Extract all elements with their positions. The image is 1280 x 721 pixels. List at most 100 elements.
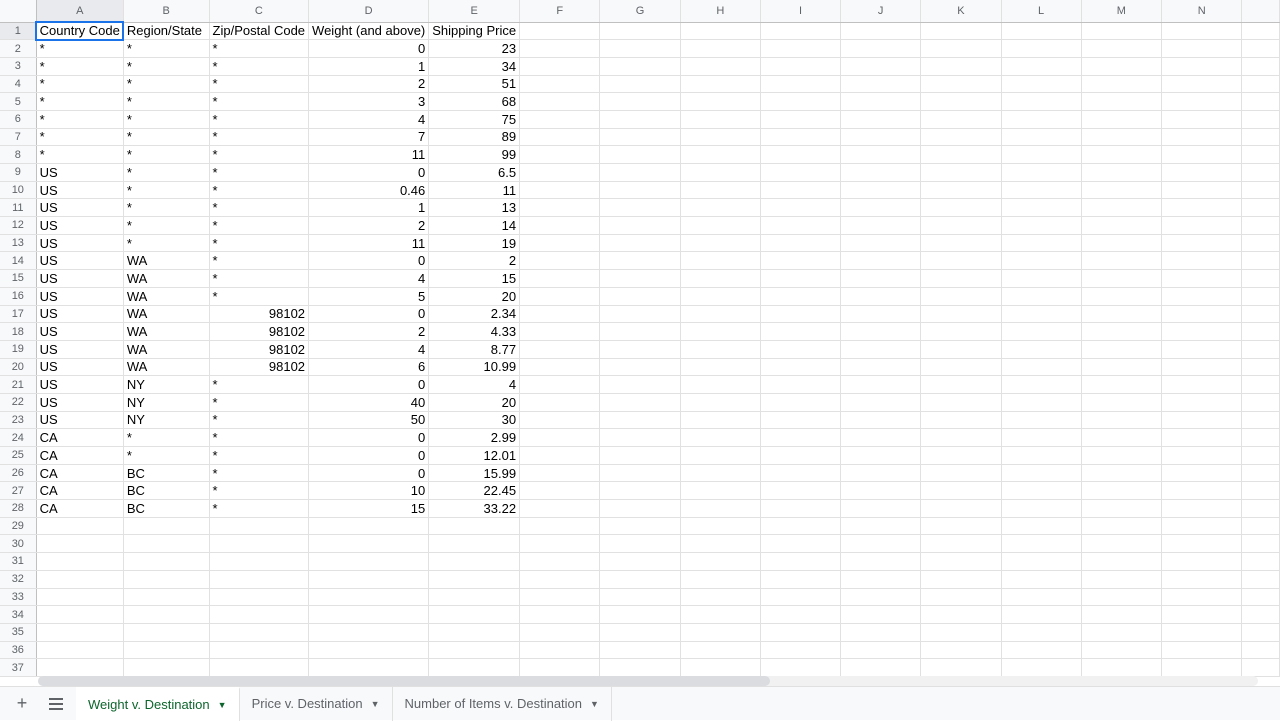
cell-H9[interactable] [680, 164, 760, 182]
cell-N12[interactable] [1162, 217, 1242, 235]
cell-G28[interactable] [600, 500, 680, 518]
cell-I25[interactable] [760, 447, 840, 465]
cell-H20[interactable] [680, 358, 760, 376]
cell-B11[interactable]: * [123, 199, 209, 217]
cell-M29[interactable] [1081, 517, 1161, 535]
cell-N35[interactable] [1162, 623, 1242, 641]
cell-G25[interactable] [600, 447, 680, 465]
cell-L14[interactable] [1001, 252, 1081, 270]
cell-C26[interactable]: * [209, 464, 309, 482]
cell-M7[interactable] [1081, 128, 1161, 146]
cell-D22[interactable]: 40 [309, 393, 429, 411]
cell-G36[interactable] [600, 641, 680, 659]
cell-I13[interactable] [760, 234, 840, 252]
cell-K26[interactable] [921, 464, 1001, 482]
cell-G12[interactable] [600, 217, 680, 235]
cell-H6[interactable] [680, 110, 760, 128]
cell-G16[interactable] [600, 287, 680, 305]
cell-C7[interactable]: * [209, 128, 309, 146]
cell-A2[interactable]: * [36, 40, 123, 58]
cell-B15[interactable]: WA [123, 270, 209, 288]
cell-F16[interactable] [520, 287, 600, 305]
cell-A32[interactable] [36, 570, 123, 588]
cell-A29[interactable] [36, 517, 123, 535]
row-header-10[interactable]: 10 [0, 181, 36, 199]
row-header-17[interactable]: 17 [0, 305, 36, 323]
cell-M3[interactable] [1081, 57, 1161, 75]
cell-B24[interactable]: * [123, 429, 209, 447]
cell-M30[interactable] [1081, 535, 1161, 553]
cell-L23[interactable] [1001, 411, 1081, 429]
cell-B5[interactable]: * [123, 93, 209, 111]
cell-H15[interactable] [680, 270, 760, 288]
cell-C11[interactable]: * [209, 199, 309, 217]
cell-M31[interactable] [1081, 553, 1161, 571]
column-header-H[interactable]: H [680, 0, 760, 22]
cell-I2[interactable] [760, 40, 840, 58]
cell-overflow-16[interactable] [1242, 287, 1280, 305]
cell-C4[interactable]: * [209, 75, 309, 93]
cell-F25[interactable] [520, 447, 600, 465]
row-header-8[interactable]: 8 [0, 146, 36, 164]
row-header-33[interactable]: 33 [0, 588, 36, 606]
cell-M14[interactable] [1081, 252, 1161, 270]
cell-L6[interactable] [1001, 110, 1081, 128]
cell-A3[interactable]: * [36, 57, 123, 75]
cell-B18[interactable]: WA [123, 323, 209, 341]
cell-overflow-25[interactable] [1242, 447, 1280, 465]
cell-H33[interactable] [680, 588, 760, 606]
cell-K33[interactable] [921, 588, 1001, 606]
cell-B33[interactable] [123, 588, 209, 606]
cell-G37[interactable] [600, 659, 680, 677]
cell-J18[interactable] [841, 323, 921, 341]
spreadsheet-grid[interactable]: ABCDEFGHIJKLMN1Country CodeRegion/StateZ… [0, 0, 1280, 686]
cell-K3[interactable] [921, 57, 1001, 75]
cell-L37[interactable] [1001, 659, 1081, 677]
cell-overflow-7[interactable] [1242, 128, 1280, 146]
cell-C35[interactable] [209, 623, 309, 641]
cell-H8[interactable] [680, 146, 760, 164]
cell-C6[interactable]: * [209, 110, 309, 128]
cell-G29[interactable] [600, 517, 680, 535]
cell-M21[interactable] [1081, 376, 1161, 394]
cell-J12[interactable] [841, 217, 921, 235]
cell-G7[interactable] [600, 128, 680, 146]
row-header-5[interactable]: 5 [0, 93, 36, 111]
cell-I28[interactable] [760, 500, 840, 518]
cell-A9[interactable]: US [36, 164, 123, 182]
cell-F11[interactable] [520, 199, 600, 217]
column-header-F[interactable]: F [520, 0, 600, 22]
cell-L2[interactable] [1001, 40, 1081, 58]
cell-B14[interactable]: WA [123, 252, 209, 270]
cell-L5[interactable] [1001, 93, 1081, 111]
cell-I31[interactable] [760, 553, 840, 571]
cell-F23[interactable] [520, 411, 600, 429]
cell-M16[interactable] [1081, 287, 1161, 305]
cell-M28[interactable] [1081, 500, 1161, 518]
all-sheets-button[interactable] [42, 690, 70, 718]
cell-J29[interactable] [841, 517, 921, 535]
cell-D34[interactable] [309, 606, 429, 624]
cell-E4[interactable]: 51 [429, 75, 520, 93]
cell-E1[interactable]: Shipping Price [429, 22, 520, 40]
cell-M17[interactable] [1081, 305, 1161, 323]
cell-A8[interactable]: * [36, 146, 123, 164]
horizontal-scrollbar-thumb[interactable] [38, 676, 770, 686]
cell-C29[interactable] [209, 517, 309, 535]
cell-D19[interactable]: 4 [309, 340, 429, 358]
cell-overflow-30[interactable] [1242, 535, 1280, 553]
cell-M34[interactable] [1081, 606, 1161, 624]
cell-K16[interactable] [921, 287, 1001, 305]
cell-D16[interactable]: 5 [309, 287, 429, 305]
cell-E2[interactable]: 23 [429, 40, 520, 58]
cell-C14[interactable]: * [209, 252, 309, 270]
column-header-G[interactable]: G [600, 0, 680, 22]
cell-J14[interactable] [841, 252, 921, 270]
cell-N24[interactable] [1162, 429, 1242, 447]
cell-B17[interactable]: WA [123, 305, 209, 323]
cell-C33[interactable] [209, 588, 309, 606]
cell-F3[interactable] [520, 57, 600, 75]
row-header-28[interactable]: 28 [0, 500, 36, 518]
cell-A1[interactable]: Country Code [36, 22, 123, 40]
cell-G5[interactable] [600, 93, 680, 111]
